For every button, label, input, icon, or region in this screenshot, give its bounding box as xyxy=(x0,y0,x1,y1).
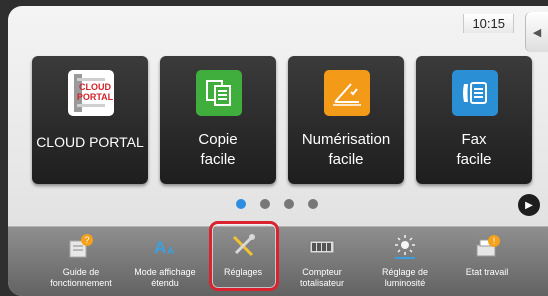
play-icon: ▶ xyxy=(525,199,533,211)
tile-label: Fax facile xyxy=(456,131,492,168)
page-dot-1[interactable] xyxy=(236,199,246,209)
svg-text:!: ! xyxy=(493,236,496,246)
page-indicator xyxy=(236,199,318,211)
highlight-frame xyxy=(209,221,279,291)
svg-text:?: ? xyxy=(84,235,89,245)
page-dot-2[interactable] xyxy=(260,199,270,209)
bar-item-guide[interactable]: ? Guide de fonctionnement xyxy=(42,227,120,296)
copy-icon xyxy=(196,70,242,116)
page-dot-4[interactable] xyxy=(308,199,318,209)
tile-numerisation-facile[interactable]: Numérisation facile xyxy=(288,56,404,184)
bar-item-label: Etat travail xyxy=(465,267,509,277)
bar-item-mode-affichage[interactable]: A A Mode affichage étendu xyxy=(126,227,204,296)
tile-cloud-portal[interactable]: CLOUD PORTAL CLOUD PORTAL xyxy=(32,56,148,184)
cloud-portal-logo: CLOUD PORTAL xyxy=(68,70,114,116)
svg-text:A: A xyxy=(167,246,174,257)
text-size-icon: A A xyxy=(152,233,178,259)
bar-item-label: Guide de fonctionnement xyxy=(50,267,112,288)
tile-label: Copie facile xyxy=(198,131,238,168)
cloud-logo-text-2: PORTAL xyxy=(77,92,114,102)
page-dot-3[interactable] xyxy=(284,199,294,209)
job-status-icon: ! xyxy=(474,233,500,259)
app-tiles: CLOUD PORTAL CLOUD PORTAL Copie facile N… xyxy=(32,56,532,184)
next-page-button[interactable]: ▶ xyxy=(518,194,540,216)
bar-item-label: Réglage de luminosité xyxy=(381,267,429,288)
svg-text:A: A xyxy=(154,238,166,257)
cloud-logo-text-1: CLOUD xyxy=(79,82,111,92)
brightness-icon xyxy=(392,233,418,259)
bar-item-label: Compteur totalisateur xyxy=(299,267,345,288)
touch-screen: 10:15 ◀ CLOUD PORTAL CLOUD PORTAL Copie … xyxy=(8,6,548,296)
tile-fax-facile[interactable]: Fax facile xyxy=(416,56,532,184)
guide-icon: ? xyxy=(68,233,94,259)
side-panel-tab[interactable]: ◀ xyxy=(525,12,548,52)
counter-icon xyxy=(309,233,335,259)
status-clock: 10:15 xyxy=(463,14,514,33)
bar-item-luminosite[interactable]: Réglage de luminosité xyxy=(366,227,444,296)
chevron-left-icon: ◀ xyxy=(532,26,542,39)
tile-copie-facile[interactable]: Copie facile xyxy=(160,56,276,184)
tile-label: Numérisation facile xyxy=(301,131,391,168)
tile-label: CLOUD PORTAL xyxy=(36,134,144,150)
bar-item-etat-travail[interactable]: ! Etat travail xyxy=(448,227,526,296)
fax-icon xyxy=(452,70,498,116)
bar-item-compteur[interactable]: Compteur totalisateur xyxy=(283,227,361,296)
scan-icon xyxy=(324,70,370,116)
bar-item-label: Mode affichage étendu xyxy=(134,267,196,288)
